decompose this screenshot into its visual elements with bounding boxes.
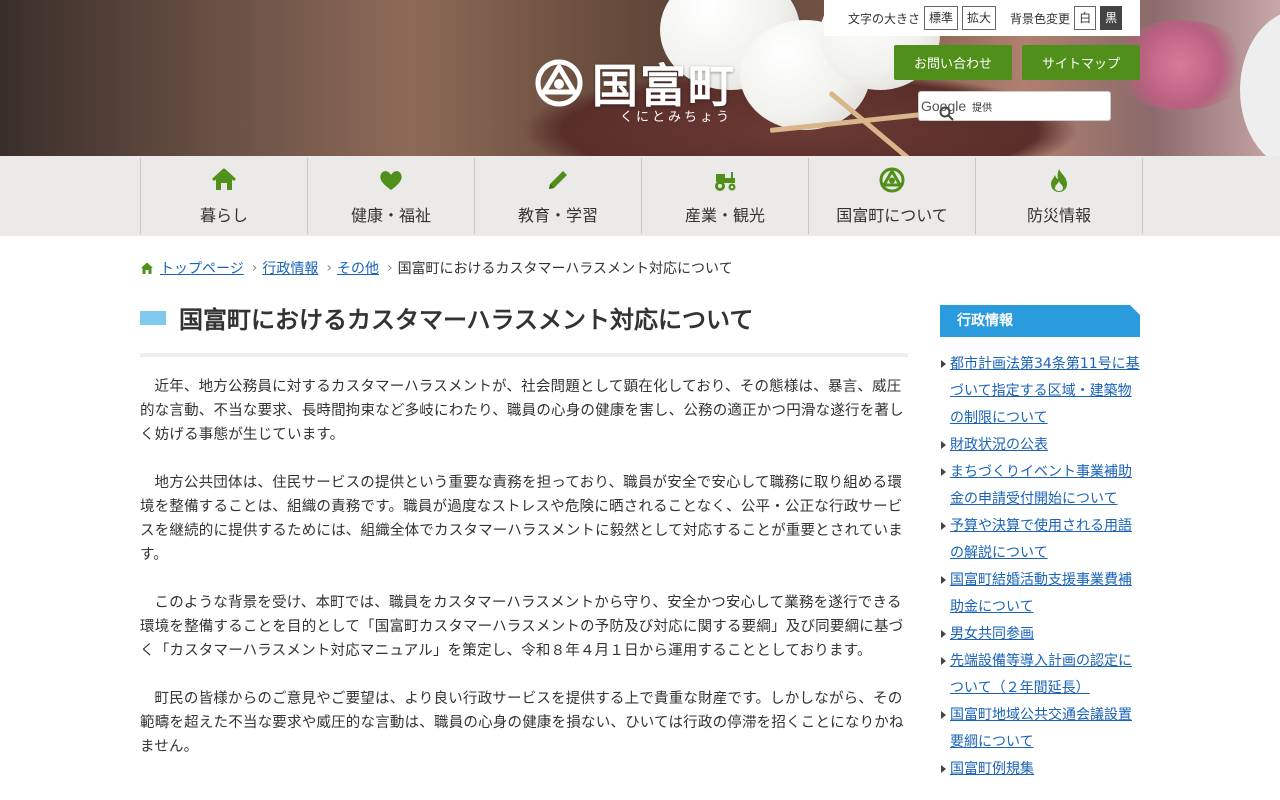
sidebar-link[interactable]: 国富町例規集 xyxy=(950,761,1034,777)
sidebar-link[interactable]: 都市計画法第34条第11号に基づいて指定する区域・建築物の制限について xyxy=(950,356,1140,426)
nav-item-health-welfare[interactable]: 健康・福祉 xyxy=(308,158,475,234)
search-icon[interactable] xyxy=(939,106,955,122)
body-paragraph: 地方公共団体は、住民サービスの提供という重要な責務を担っており、職員が安全で安心… xyxy=(140,475,903,563)
sidebar-link[interactable]: 国富町結婚活動支援事業費補助金について xyxy=(950,572,1132,615)
sidebar: 行政情報 都市計画法第34条第11号に基づいて指定する区域・建築物の制限について… xyxy=(940,305,1140,783)
sidebar-link[interactable]: 予算や決算で使用される用語の解説について xyxy=(950,518,1132,561)
sidebar-title: 行政情報 xyxy=(940,305,1140,337)
global-nav: 暮らし 健康・福祉 教育・学習 産業・観光 国富町について 防災情報 xyxy=(0,156,1280,236)
nav-item-living[interactable]: 暮らし xyxy=(141,158,308,234)
nav-item-education[interactable]: 教育・学習 xyxy=(475,158,642,234)
list-item: 予算や決算で使用される用語の解説について xyxy=(940,513,1140,567)
sidebar-link[interactable]: 財政状況の公表 xyxy=(950,437,1048,453)
nav-item-disaster-info[interactable]: 防災情報 xyxy=(976,158,1143,234)
chevron-right-icon: › xyxy=(386,260,393,276)
tractor-icon xyxy=(715,172,736,191)
flame-icon xyxy=(1051,169,1067,192)
list-item: 都市計画法第34条第11号に基づいて指定する区域・建築物の制限について xyxy=(940,351,1140,432)
bg-black-button[interactable]: 黒 xyxy=(1100,6,1123,30)
nav-item-label: 防災情報 xyxy=(1026,206,1091,225)
nav-item-industry-tourism[interactable]: 産業・観光 xyxy=(642,158,809,234)
list-item: 先端設備等導入計画の認定について（２年間延長） xyxy=(940,648,1140,702)
chevron-right-icon: › xyxy=(251,260,258,276)
home-icon xyxy=(211,168,237,190)
nav-item-label: 健康・福祉 xyxy=(350,206,431,225)
body-paragraph: 町民の皆様からのご意見やご要望は、より良い行政サービスを提供する上で貴重な財産で… xyxy=(140,691,904,755)
breadcrumb: トップページ › 行政情報 › その他 › 国富町におけるカスタマーハラスメント… xyxy=(140,258,733,278)
list-item: 国富町例規集 xyxy=(940,756,1140,783)
contact-button[interactable]: お問い合わせ xyxy=(894,45,1012,80)
town-emblem-icon xyxy=(535,59,583,107)
body-paragraph: このような背景を受け、本町では、職員をカスタマーハラスメントから守り、安全かつ安… xyxy=(140,595,904,659)
search-input[interactable]: Google 提供 xyxy=(918,91,1111,121)
nav-item-label: 産業・観光 xyxy=(684,206,765,225)
nav-item-label: 教育・学習 xyxy=(517,206,598,225)
font-size-label: 文字の大きさ xyxy=(848,11,921,26)
list-item: 国富町地域公共交通会議設置要綱について xyxy=(940,702,1140,756)
font-large-button[interactable]: 拡大 xyxy=(962,6,997,30)
list-item: まちづくりイベント事業補助金の申請受付開始について xyxy=(940,459,1140,513)
site-logo-reading: くにとみちょう xyxy=(620,110,733,125)
search-provided-label: 提供 xyxy=(972,102,993,114)
sitemap-button[interactable]: サイトマップ xyxy=(1022,45,1140,80)
chevron-right-icon: › xyxy=(326,260,332,276)
nav-item-label: 暮らし xyxy=(199,206,248,225)
title-accent-bar xyxy=(140,310,166,325)
site-header: 国富町 くにとみちょう 文字の大きさ 標準 拡大 背景色変更 白 黒 お問い合わ… xyxy=(0,0,1280,156)
bg-white-button[interactable]: 白 xyxy=(1074,6,1097,30)
sidebar-link[interactable]: 先端設備等導入計画の認定について（２年間延長） xyxy=(950,653,1132,696)
breadcrumb-link-top[interactable]: トップページ xyxy=(160,258,244,278)
home-icon xyxy=(141,262,153,274)
body-paragraph: 近年、地方公務員に対するカスタマーハラスメントが、社会問題として顕在化しており、… xyxy=(140,379,904,443)
accessibility-bar: 文字の大きさ 標準 拡大 背景色変更 白 黒 xyxy=(824,0,1140,36)
breadcrumb-link-other[interactable]: その他 xyxy=(337,258,379,278)
breadcrumb-link-admin[interactable]: 行政情報 xyxy=(262,258,318,278)
breadcrumb-current: 国富町におけるカスタマーハラスメント対応について xyxy=(397,261,733,277)
font-standard-button[interactable]: 標準 xyxy=(924,6,959,30)
sidebar-link-list: 都市計画法第34条第11号に基づいて指定する区域・建築物の制限について 財政状況… xyxy=(940,351,1140,783)
sidebar-link[interactable]: 国富町地域公共交通会議設置要綱について xyxy=(950,707,1132,750)
sidebar-link[interactable]: 男女共同参画 xyxy=(950,626,1034,642)
header-photo-cup xyxy=(1240,10,1280,156)
bg-color-label: 背景色変更 xyxy=(1010,11,1071,26)
list-item: 男女共同参画 xyxy=(940,621,1140,648)
nav-item-about-town[interactable]: 国富町について xyxy=(809,158,976,234)
town-emblem-icon xyxy=(879,167,905,193)
heart-icon xyxy=(380,171,402,190)
pencil-icon xyxy=(549,171,567,189)
nav-item-label: 国富町について xyxy=(836,206,948,225)
sidebar-link[interactable]: まちづくりイベント事業補助金の申請受付開始について xyxy=(950,464,1132,507)
main-content: 国富町におけるカスタマーハラスメント対応について 近年、地方公務員に対するカスタ… xyxy=(140,300,908,759)
list-item: 財政状況の公表 xyxy=(940,432,1140,459)
page-title-text: 国富町におけるカスタマーハラスメント対応について xyxy=(179,306,754,334)
list-item: 国富町結婚活動支援事業費補助金について xyxy=(940,567,1140,621)
page-title: 国富町におけるカスタマーハラスメント対応について xyxy=(140,300,908,357)
